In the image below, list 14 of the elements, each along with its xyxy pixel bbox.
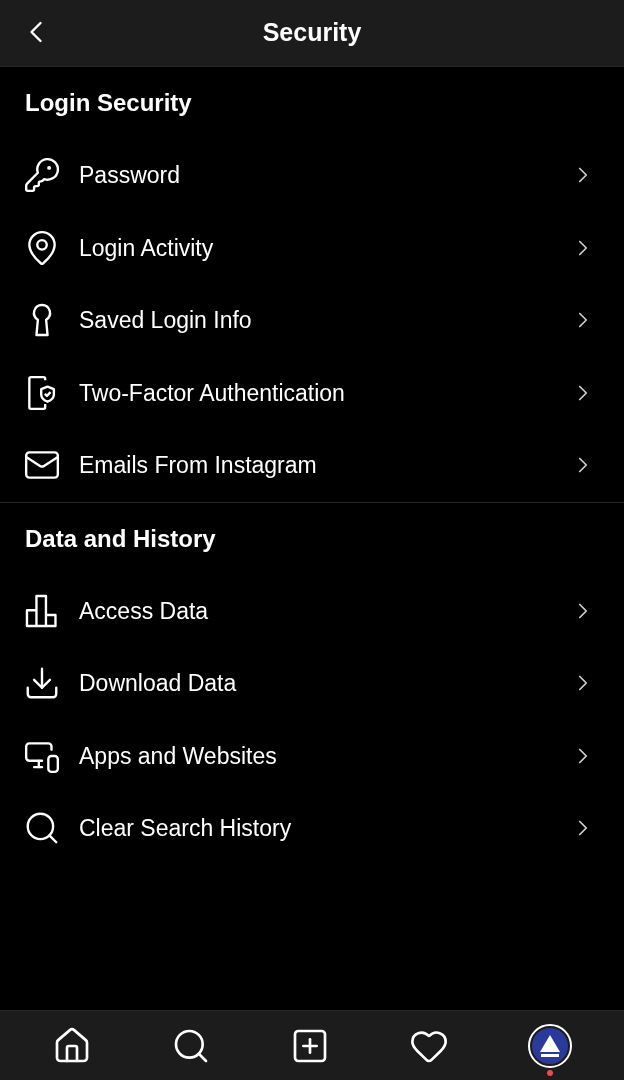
settings-item[interactable]: Emails From Instagram	[0, 429, 624, 502]
section-title: Data and History	[25, 523, 216, 554]
avatar	[532, 1027, 569, 1064]
settings-item[interactable]: Download Data	[0, 647, 624, 720]
settings-item[interactable]: Two-Factor Authentication	[0, 356, 624, 429]
settings-item[interactable]: Apps and Websites	[0, 719, 624, 792]
section-title: Login Security	[25, 88, 192, 118]
settings-item[interactable]: Access Data	[0, 574, 624, 647]
settings-item[interactable]: Clear Search History	[0, 792, 624, 865]
settings-item[interactable]: Saved Login Info	[0, 284, 624, 357]
settings-item[interactable]: Login Activity	[0, 211, 624, 284]
settings-item[interactable]: Password	[0, 139, 624, 212]
key-icon	[23, 156, 61, 195]
page-title: Security	[262, 17, 362, 49]
